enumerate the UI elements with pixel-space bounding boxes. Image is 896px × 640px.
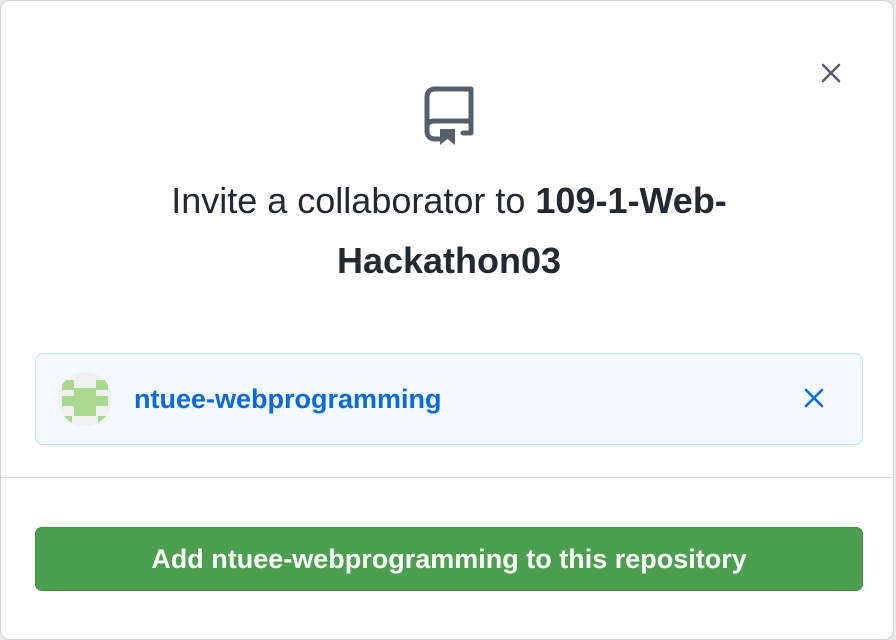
repo-name-part2: Hackathon03 bbox=[336, 240, 562, 281]
dialog-title: Invite a collaborator to 109-1-Web- Hack… bbox=[61, 171, 837, 291]
close-icon bbox=[804, 388, 824, 408]
divider bbox=[1, 477, 895, 478]
avatar bbox=[58, 372, 112, 426]
identicon-avatar bbox=[58, 372, 112, 426]
close-dialog-button[interactable] bbox=[813, 55, 849, 91]
add-collaborator-button[interactable]: Add ntuee-webprogramming to this reposit… bbox=[35, 527, 863, 591]
title-prefix: Invite a collaborator to bbox=[171, 180, 536, 221]
selected-collaborator: ntuee-webprogramming bbox=[35, 353, 863, 445]
invite-collaborator-dialog: Invite a collaborator to 109-1-Web- Hack… bbox=[0, 0, 895, 640]
remove-collaborator-button[interactable] bbox=[796, 380, 832, 416]
repo-icon bbox=[424, 86, 474, 145]
close-icon bbox=[821, 63, 841, 83]
repo-name-part1: 109-1-Web- bbox=[535, 180, 727, 221]
collaborator-username[interactable]: ntuee-webprogramming bbox=[134, 380, 442, 418]
